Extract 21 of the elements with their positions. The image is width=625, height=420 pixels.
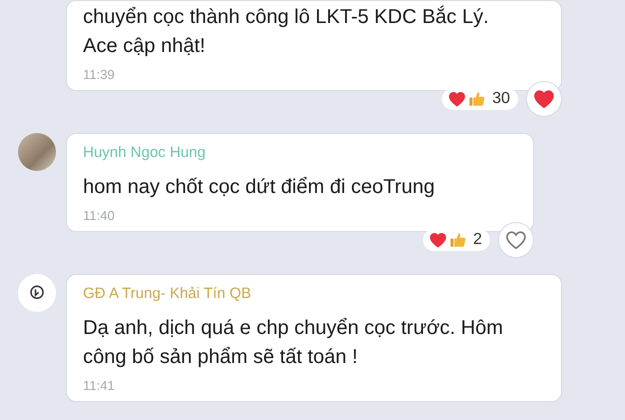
avatar-photo-placeholder[interactable] (18, 133, 56, 171)
heart-icon (448, 90, 466, 108)
message-text: hom nay chốt cọc dứt điểm đi ceoTrung (83, 175, 436, 200)
react-button[interactable] (498, 222, 534, 258)
reaction-summary[interactable]: 30 (442, 88, 518, 110)
thumbs-up-icon (468, 90, 486, 108)
heart-icon (533, 88, 555, 110)
sender-name: GĐ A Trung- Khải Tín QB (83, 285, 252, 302)
message-text: Dạ anh, dịch quá e chp chuyển cọc trước. Hôm công bố sản phẩm sẽ tất toán ! (83, 316, 504, 370)
sender-name: Huynh Ngoc Hung (83, 144, 207, 161)
reaction-summary[interactable]: 2 (423, 229, 490, 251)
message-text: chuyển cọc thành công lô LKT-5 KDC Bắc Lý. Ace cập nhật! (83, 4, 490, 59)
message-time: 11:39 (83, 67, 116, 82)
heart-outline-icon (505, 229, 527, 251)
avatar[interactable] (18, 274, 56, 312)
logo-icon (28, 284, 46, 302)
message-time: 11:40 (83, 208, 116, 223)
heart-icon (429, 231, 448, 249)
react-button[interactable] (526, 81, 562, 117)
message-time: 11:41 (83, 378, 116, 393)
thumbs-up-icon (449, 231, 468, 249)
